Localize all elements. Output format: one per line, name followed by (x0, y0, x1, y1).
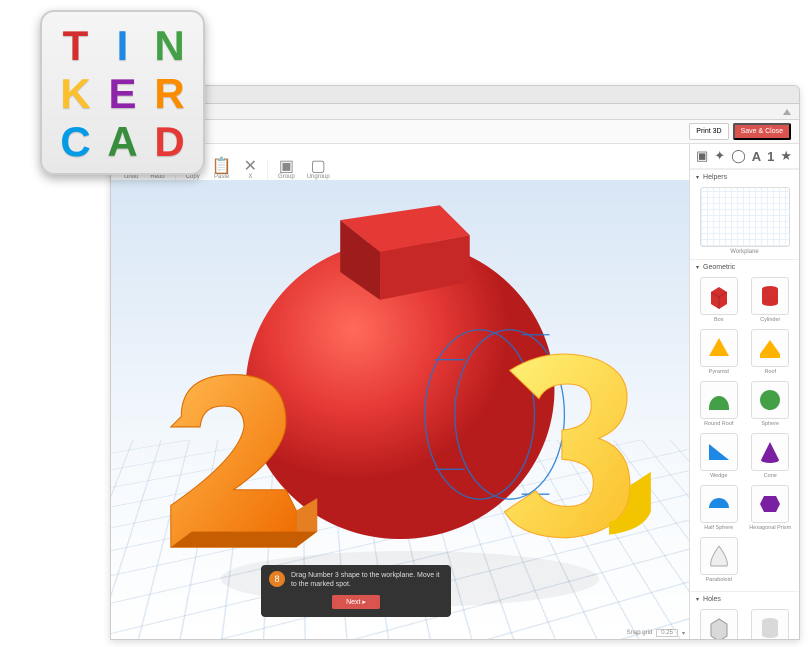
group-button[interactable]: ▣ Group (273, 159, 300, 180)
shape-thumb (751, 609, 789, 639)
geometric-section-header[interactable]: Geometric (690, 259, 799, 273)
shape-box[interactable]: Box (694, 275, 744, 325)
app-header: Print 3D Save & Close (111, 120, 799, 144)
shape-thumb (751, 485, 789, 523)
panel-cube-icon[interactable]: ▣ (696, 148, 708, 164)
logo-letter: E (99, 70, 146, 118)
snap-grid-label: Snap grid (627, 630, 653, 636)
browser-window: 75/edit Print 3D Save & Close Autosaved … (110, 85, 800, 640)
ungroup-button[interactable]: ▢ Ungroup (302, 159, 335, 180)
shape-thumb (700, 537, 738, 575)
shape-thumb (751, 433, 789, 471)
logo-letter: I (99, 22, 146, 70)
logo-letter: K (52, 70, 99, 118)
browser-tab-bar (111, 86, 799, 104)
shape-box-hole[interactable]: Box Hole (694, 607, 744, 639)
tinkercad-logo-card: TINKERCAD (40, 10, 205, 175)
group-icon: ▣ (279, 159, 294, 173)
print-3d-button[interactable]: Print 3D (689, 123, 728, 140)
shape-wedge[interactable]: Wedge (694, 431, 744, 481)
panel-number-icon[interactable]: 1 (767, 149, 774, 164)
delete-button[interactable]: ✕ X (239, 159, 262, 180)
logo-letter: R (146, 70, 193, 118)
chevron-down-icon[interactable]: ▾ (682, 630, 685, 637)
logo-letter: A (99, 118, 146, 166)
shape-pyramid[interactable]: Pyramid (694, 327, 744, 377)
shape-half-sphere[interactable]: Half Sphere (694, 483, 744, 533)
shape-sphere[interactable]: Sphere (746, 379, 796, 429)
shape-thumb (700, 381, 738, 419)
workplane-helper-item[interactable] (700, 187, 790, 247)
url-field[interactable]: 75/edit (147, 108, 777, 115)
snap-grid-value[interactable]: 0.25 (656, 629, 678, 637)
workplane-canvas[interactable]: 8 Drag Number 3 shape to the workplane. … (111, 180, 689, 639)
ungroup-icon: ▢ (311, 159, 326, 173)
panel-category-icons: ▣ ✦ ◯ A 1 ★ (690, 144, 799, 169)
paste-icon: 📋 (212, 159, 232, 173)
shape-paraboloid[interactable]: Paraboloid (694, 535, 744, 585)
logo-letter: T (52, 22, 99, 70)
lesson-popup: 8 Drag Number 3 shape to the workplane. … (261, 565, 451, 617)
helpers-section-header[interactable]: Helpers (690, 169, 799, 183)
shape-thumb (700, 329, 738, 367)
shape-round-roof[interactable]: Round Roof (694, 379, 744, 429)
shape-thumb (700, 277, 738, 315)
shape-thumb (751, 381, 789, 419)
panel-letter-icon[interactable]: A (752, 149, 761, 164)
panel-shapes-icon[interactable]: ◯ (731, 148, 746, 164)
paste-button[interactable]: 📋 Paste (207, 159, 237, 180)
canvas-footer: Snap grid 0.25 ▾ (627, 629, 685, 637)
lesson-next-button[interactable]: Next ▸ (332, 595, 380, 609)
lesson-step-badge: 8 (269, 571, 285, 587)
shapes-panel: ▣ ✦ ◯ A 1 ★ Helpers Workplane Geometric … (689, 144, 799, 639)
lesson-text: Drag Number 3 shape to the workplane. Mo… (291, 571, 441, 589)
shape-cylinder[interactable]: Cylinder (746, 275, 796, 325)
logo-letter: C (52, 118, 99, 166)
panel-bulb-icon[interactable]: ✦ (714, 148, 725, 164)
logo-letter: N (146, 22, 193, 70)
browser-url-bar: 75/edit (111, 104, 799, 120)
shape-thumb (700, 609, 738, 639)
shape-cone[interactable]: Cone (746, 431, 796, 481)
shape-roof[interactable]: Roof (746, 327, 796, 377)
shape-thumb (751, 277, 789, 315)
shape-thumb (751, 329, 789, 367)
delete-icon: ✕ (244, 159, 257, 173)
save-close-button[interactable]: Save & Close (733, 123, 791, 140)
holes-section-header[interactable]: Holes (690, 591, 799, 605)
panel-star-icon[interactable]: ★ (780, 148, 792, 164)
shape-thumb (700, 433, 738, 471)
logo-letter: D (146, 118, 193, 166)
shape-thumb (700, 485, 738, 523)
shape-hexagonal-prism[interactable]: Hexagonal Prism (746, 483, 796, 533)
shape-cylinder-hole[interactable]: Cylinder Hole (746, 607, 796, 639)
bookmark-icon[interactable] (783, 109, 791, 115)
